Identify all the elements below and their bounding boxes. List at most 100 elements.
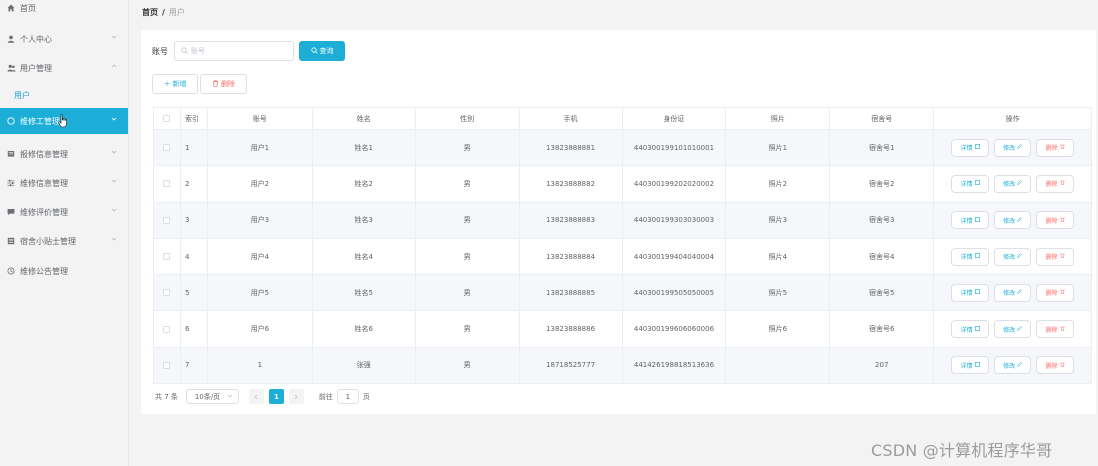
row-checkbox[interactable] [163,289,171,297]
row-gender: 男 [416,311,520,347]
row-actions: 详情 修改 删除 [934,275,1092,311]
detail-button[interactable]: 详情 [951,356,990,375]
column-header: 姓名 [313,108,416,129]
row-name: 姓名3 [313,202,416,238]
sidebar-item-repair-review-management[interactable]: 维修评价管理 [0,199,128,225]
row-checkbox[interactable] [163,144,171,152]
search-icon [310,46,318,56]
sidebar-item-dorm-tips-management[interactable]: 宿舍小贴士管理 [0,228,128,254]
search-input[interactable]: 账号 [174,41,294,61]
sidebar-item-profile[interactable]: 个人中心 [0,26,128,52]
row-checkbox[interactable] [163,361,171,369]
edit-button[interactable]: 修改 [994,247,1032,266]
sidebar-item-repair-notice-management[interactable]: 维修公告管理 [0,258,128,284]
edit-button-label: 修改 [1003,181,1016,189]
delete-button-label: 删除 [1045,217,1058,225]
row-id-card: 440300199202020002 [623,166,727,202]
home-icon [6,3,16,13]
edit-button[interactable]: 修改 [994,283,1032,302]
search-button[interactable]: 查询 [299,41,345,61]
info-icon [974,362,980,369]
pencil-icon [1017,253,1022,260]
batch-delete-button[interactable]: 删除 [200,74,247,94]
chevron-down-icon [111,34,117,40]
page-size-select[interactable]: 10条/页 [185,389,239,404]
row-checkbox[interactable] [163,216,171,224]
row-checkbox[interactable] [163,180,171,188]
row-phone: 13823888883 [520,202,623,238]
header-checkbox-cell [154,108,181,129]
watermark: CSDN @计算机程序华哥 [871,441,1053,460]
delete-button[interactable]: 删除 [1036,174,1075,193]
row-name: 姓名1 [313,130,416,166]
add-button[interactable]: ＋ 新增 [152,74,198,94]
goto-suffix: 页 [362,392,370,401]
list-icon [6,236,16,246]
detail-button[interactable]: 详情 [951,283,990,302]
edit-button[interactable]: 修改 [994,320,1032,339]
breadcrumb-home[interactable]: 首页 [142,7,158,18]
row-checkbox-cell [154,347,181,384]
detail-button[interactable]: 详情 [951,174,990,193]
row-phone: 18718525777 [520,347,623,384]
sidebar-item-label: 维修评价管理 [20,207,68,217]
trash-icon [1060,217,1065,224]
comment-icon [6,207,16,217]
sidebar-item-user-management[interactable]: 用户管理 [0,55,128,81]
delete-button[interactable]: 删除 [1036,283,1075,302]
delete-button[interactable]: 删除 [1036,211,1075,230]
table-row: 7 1 张强男 18718525777 441426198818513636 207 详情 修… [154,347,1092,385]
row-actions: 详情 修改 删除 [934,238,1092,275]
row-gender: 男 [416,130,520,166]
detail-button[interactable]: 详情 [951,211,990,230]
trash-icon [1060,289,1065,296]
breadcrumb-current: 用户 [168,8,185,17]
edit-button[interactable]: 修改 [994,211,1032,230]
next-page-button[interactable] [288,389,304,404]
search-icon [181,46,188,56]
delete-button[interactable]: 删除 [1036,138,1075,157]
goto-page-input[interactable]: 1 [336,389,359,404]
edit-button[interactable]: 修改 [994,138,1032,157]
select-all-checkbox[interactable] [163,115,171,122]
sidebar-subitem-users[interactable]: 用户 [14,90,30,101]
delete-button-label: 删除 [221,80,235,88]
row-account: 用户5 [208,275,313,311]
info-icon [974,253,980,260]
delete-button[interactable]: 删除 [1036,320,1075,339]
edit-button-label: 修改 [1003,217,1016,225]
row-checkbox-cell [154,311,181,347]
row-checkbox[interactable] [163,325,171,333]
edit-button[interactable]: 修改 [994,174,1032,193]
row-index: 7 [181,347,208,384]
chevron-down-icon [111,236,117,242]
row-index: 5 [181,275,208,311]
delete-button[interactable]: 删除 [1036,247,1075,266]
row-dorm: 宿舍号5 [830,275,935,311]
prev-page-button[interactable] [248,389,264,404]
sidebar-item-repair-request-management[interactable]: 报修信息管理 [0,141,128,167]
table-body: 1 用户1 姓名1 男 13823888881 440300199101010001 照片1… [154,130,1092,385]
row-action-group: 详情 修改 删除 [951,283,1075,302]
delete-button[interactable]: 删除 [1036,356,1075,375]
detail-button[interactable]: 详情 [951,247,990,266]
table-row: 5 用户5 姓名5 男 13823888885 440300199505050005 照片5… [154,275,1092,312]
row-actions: 详情 修改 删除 [934,347,1092,384]
detail-button[interactable]: 详情 [951,138,990,157]
page-number-current[interactable]: 1 [268,389,284,404]
row-index: 3 [181,202,208,238]
row-actions: 详情 修改 删除 [934,130,1092,166]
row-id-card: 441426198818513636 [623,347,727,384]
row-dorm: 宿舍号1 [830,130,935,166]
sidebar-item-repair-info-management[interactable]: 维修信息管理 [0,170,128,196]
row-photo [726,347,831,384]
edit-button[interactable]: 修改 [994,356,1032,375]
trash-icon [212,79,219,89]
info-icon [974,216,980,224]
sidebar-item-home[interactable]: 首页 [0,0,128,21]
chevron-down-icon [111,207,117,213]
column-header: 照片 [726,108,831,129]
row-actions: 详情 修改 删除 [934,166,1092,202]
detail-button[interactable]: 详情 [951,320,990,339]
row-checkbox[interactable] [163,253,171,261]
